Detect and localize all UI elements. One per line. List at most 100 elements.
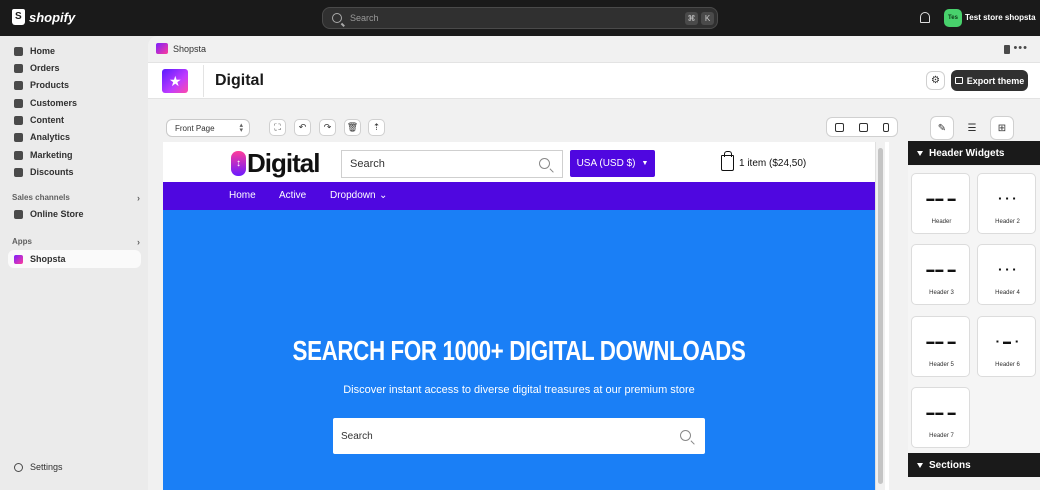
hero-search-input[interactable]: Search — [333, 418, 705, 454]
store-icon — [14, 209, 23, 219]
tablet-icon[interactable] — [858, 122, 868, 132]
sidebar-item-settings[interactable]: Settings — [8, 462, 63, 472]
cart-link[interactable]: 1 item ($24,50) — [721, 151, 806, 171]
nav-dropdown[interactable]: Dropdown — [330, 190, 376, 201]
device-switcher — [826, 117, 898, 137]
store-name[interactable]: Test store shopsta — [965, 13, 1036, 22]
shopify-wordmark: shopify — [29, 9, 76, 25]
widget-header-7[interactable]: ▬▬ ▬ Header 7 — [911, 387, 970, 448]
trash-icon: 🗑 — [346, 122, 359, 132]
search-icon — [539, 158, 550, 169]
nav-home[interactable]: Home — [229, 190, 256, 201]
widget-header-5[interactable]: ▬▬ ▬ Header 5 — [911, 316, 970, 377]
brush-icon: ✎ — [937, 122, 947, 134]
more-options-icon[interactable]: ••• — [1013, 42, 1028, 54]
redo-button[interactable]: ↷ — [319, 119, 336, 136]
preview-logo[interactable]: ↕ Digital — [231, 148, 320, 179]
chevron-right-icon: › — [137, 237, 140, 247]
page-title: Digital — [215, 72, 264, 89]
layers-icon: ☰ — [967, 122, 977, 134]
page-select[interactable]: Front Page ▴ ▾ — [166, 119, 250, 137]
chevron-right-icon: › — [137, 193, 140, 203]
sections-heading[interactable]: Sections — [908, 453, 1040, 477]
notification-bell-icon[interactable] — [920, 12, 930, 23]
upload-icon: ⇡ — [372, 122, 381, 132]
shortcut-cmd-key: ⌘ — [685, 12, 698, 25]
hero-section: SEARCH FOR 1000+ DIGITAL DOWNLOADS Disco… — [163, 210, 875, 490]
gear-icon: ⚙ — [931, 75, 940, 86]
widget-header-2[interactable]: ▪ ▪ ▪ Header 2 — [977, 173, 1036, 234]
mobile-icon[interactable] — [883, 122, 890, 132]
star-icon: ★ — [169, 73, 182, 89]
sidebar-item-customers[interactable]: Customers — [8, 94, 141, 112]
shopify-logo[interactable]: shopify — [12, 9, 75, 25]
sidebar-item-discounts[interactable]: Discounts — [8, 163, 141, 181]
widgets-panel: ✎ ☰ ⊞ Header Widgets ▬▬ ▬ Header ▪ ▪ ▪ Hea… — [908, 114, 1040, 490]
tab-style[interactable]: ✎ — [930, 116, 954, 140]
pin-icon[interactable] — [1004, 45, 1010, 54]
sidebar-item-products[interactable]: Products — [8, 76, 141, 94]
page-header: ★ Digital ⚙ Export theme — [148, 62, 1040, 99]
target-icon — [14, 150, 23, 160]
shopify-bag-icon — [12, 9, 25, 25]
nav-active[interactable]: Active — [279, 190, 306, 201]
sidebar: Home Orders Products Customers Content A… — [0, 36, 148, 490]
header-widgets-heading[interactable]: Header Widgets — [908, 141, 1040, 165]
store-avatar[interactable]: Tes — [944, 9, 962, 27]
expand-icon: ⛶ — [274, 122, 281, 132]
sidebar-item-online-store[interactable]: Online Store — [8, 205, 141, 223]
undo-button[interactable]: ↶ — [294, 119, 311, 136]
sidebar-item-content[interactable]: Content — [8, 111, 141, 129]
tab-widgets[interactable]: ⊞ — [990, 116, 1014, 140]
tab-layers[interactable]: ☰ — [960, 116, 984, 140]
widget-header-6[interactable]: ▪ ▬ ▪ Header 6 — [977, 316, 1036, 377]
sidebar-item-home[interactable]: Home — [8, 42, 141, 60]
chart-icon — [14, 132, 23, 142]
admin-search-input[interactable]: Search ⌘ K — [322, 7, 718, 29]
desktop-icon[interactable] — [834, 122, 844, 132]
caret-down-icon — [917, 150, 923, 156]
tag-icon — [14, 80, 23, 90]
preview-header: ↕ Digital Search USA (USD $) ▼ 1 item ($2… — [163, 142, 875, 182]
upload-button[interactable]: ⇡ — [368, 119, 385, 136]
sidebar-item-orders[interactable]: Orders — [8, 59, 141, 77]
widget-header[interactable]: ▬▬ ▬ Header — [911, 173, 970, 234]
apps-header[interactable]: Apps › — [12, 237, 140, 247]
preview-scrollbar[interactable] — [875, 142, 885, 490]
caret-down-icon — [917, 462, 923, 468]
sidebar-item-marketing[interactable]: Marketing — [8, 146, 141, 164]
gear-icon — [14, 462, 23, 472]
hero-title: SEARCH FOR 1000+ DIGITAL DOWNLOADS — [292, 335, 746, 366]
home-icon — [14, 46, 23, 56]
preview-nav: Home Active Dropdown ⌄ — [163, 182, 875, 210]
sidebar-item-analytics[interactable]: Analytics — [8, 128, 141, 146]
widget-grid: ▬▬ ▬ Header ▪ ▪ ▪ Header 2 ▬▬ ▬ Header 3 ▪ … — [908, 166, 1040, 456]
fullscreen-button[interactable]: ⛶ — [269, 119, 286, 136]
widget-header-4[interactable]: ▪ ▪ ▪ Header 4 — [977, 244, 1036, 305]
sidebar-item-shopsta[interactable]: Shopsta — [8, 250, 141, 268]
editor-toolbar: Front Page ▴ ▾ ⛶ ↶ ↷ 🗑 ⇡ — [162, 114, 1022, 142]
select-arrows-icon: ▴ ▾ — [239, 122, 243, 134]
search-placeholder: Search — [350, 13, 379, 23]
discount-icon — [14, 167, 23, 177]
delete-button[interactable]: 🗑 — [344, 119, 361, 136]
shortcut-k-key: K — [701, 12, 714, 25]
hero-subtitle: Discover instant access to diverse digit… — [343, 384, 695, 396]
top-bar: shopify Search ⌘ K Tes Test store shopst… — [0, 0, 1040, 36]
grid-icon: ⊞ — [997, 122, 1007, 134]
search-icon — [680, 430, 691, 441]
shopsta-logo-icon — [156, 43, 168, 54]
search-icon — [332, 13, 342, 23]
theme-settings-button[interactable]: ⚙ — [926, 71, 945, 90]
folder-icon — [954, 77, 963, 84]
shopsta-app-icon — [14, 254, 23, 264]
breadcrumb-title: Shopsta — [173, 44, 207, 54]
sales-channels-header[interactable]: Sales channels › — [12, 193, 140, 203]
currency-selector[interactable]: USA (USD $) ▼ — [570, 150, 655, 177]
export-theme-button[interactable]: Export theme — [951, 70, 1028, 91]
main-content: Shopsta ••• ★ Digital ⚙ Export theme Fro… — [148, 36, 1040, 490]
chevron-down-icon: ⌄ — [379, 190, 388, 201]
widget-header-3[interactable]: ▬▬ ▬ Header 3 — [911, 244, 970, 305]
preview-search-input[interactable]: Search — [341, 150, 563, 178]
inbox-icon — [14, 63, 23, 73]
